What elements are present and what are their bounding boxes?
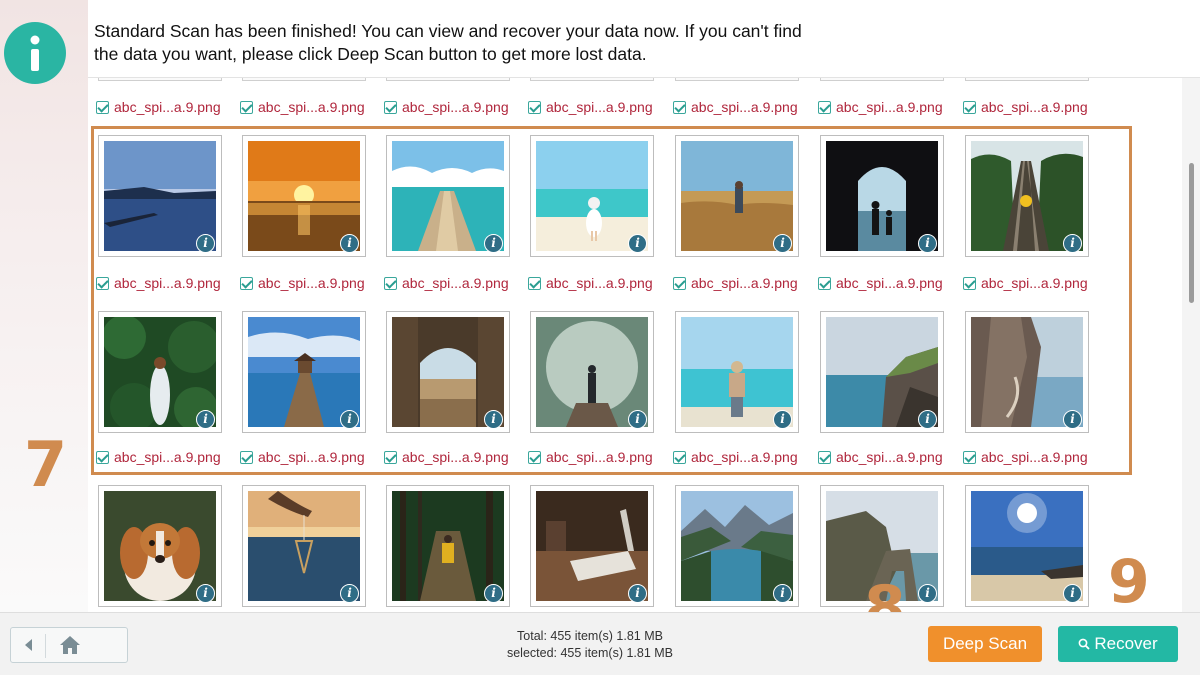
file-item-label[interactable]: abc_spi...a.9.png	[384, 98, 509, 116]
left-panel	[0, 0, 88, 612]
selected-items-text: selected: 455 item(s) 1.81 MB	[506, 646, 674, 660]
photo-thumbnail-forest-path-hiker[interactable]: i	[386, 485, 510, 607]
previous-row-thumbnail-edge	[530, 78, 654, 81]
bottom-toolbar: Total: 455 item(s) 1.81 MB selected: 455…	[0, 612, 1200, 675]
file-item-label[interactable]: abc_spi...a.9.png	[673, 98, 798, 116]
previous-row-thumbnail-edge	[965, 78, 1089, 81]
photo-thumbnail-hand-holding-pendant[interactable]: i	[242, 485, 366, 607]
previous-row-thumbnail-edge	[820, 78, 944, 81]
photo-thumbnail-desk-with-laptop[interactable]: i	[530, 485, 654, 607]
photo-preview	[248, 491, 360, 601]
file-info-icon[interactable]: i	[1063, 584, 1082, 603]
file-item-label[interactable]: abc_spi...a.9.png	[240, 98, 365, 116]
file-info-icon[interactable]: i	[628, 584, 647, 603]
photo-thumbnail-sunny-beach[interactable]: i	[965, 485, 1089, 607]
photo-preview	[392, 491, 504, 601]
file-item-label[interactable]: abc_spi...a.9.png	[818, 98, 943, 116]
file-checkbox[interactable]	[673, 100, 686, 114]
file-checkbox[interactable]	[963, 100, 976, 114]
file-checkbox[interactable]	[96, 100, 109, 114]
photo-preview	[536, 491, 648, 601]
file-name: abc_spi...a.9.png	[981, 99, 1088, 115]
file-checkbox[interactable]	[528, 100, 541, 114]
previous-row-thumbnail-edge	[98, 78, 222, 81]
annotation-number-7: 7	[24, 428, 68, 501]
photo-preview	[681, 491, 793, 601]
photo-thumbnail-spaniel-dog[interactable]: i	[98, 485, 222, 607]
file-info-icon[interactable]: i	[918, 584, 937, 603]
deep-scan-label: Deep Scan	[942, 634, 1028, 653]
file-info-icon[interactable]: i	[196, 584, 215, 603]
item-totals: Total: 455 item(s) 1.81 MB selected: 455…	[470, 628, 710, 662]
total-items-text: Total: 455 item(s) 1.81 MB	[517, 629, 663, 643]
previous-row-thumbnail-edge	[675, 78, 799, 81]
file-checkbox[interactable]	[384, 100, 397, 114]
scrollbar-thumb[interactable]	[1189, 163, 1194, 303]
file-name: abc_spi...a.9.png	[836, 99, 943, 115]
back-arrow-icon[interactable]	[25, 639, 32, 651]
file-info-icon[interactable]: i	[340, 584, 359, 603]
file-checkbox[interactable]	[818, 100, 831, 114]
photo-preview	[971, 491, 1083, 601]
photo-thumbnail-mountain-fjord[interactable]: i	[675, 485, 799, 607]
notice-message: Standard Scan has been finished! You can…	[94, 21, 802, 64]
file-info-icon[interactable]: i	[773, 584, 792, 603]
file-info-icon[interactable]: i	[484, 584, 503, 603]
file-item-label[interactable]: abc_spi...a.9.png	[528, 98, 653, 116]
previous-row-thumbnail-edge	[386, 78, 510, 81]
photo-preview	[104, 491, 216, 601]
file-name: abc_spi...a.9.png	[691, 99, 798, 115]
vertical-scrollbar[interactable]	[1182, 78, 1200, 612]
file-name: abc_spi...a.9.png	[258, 99, 365, 115]
navigation-group	[10, 627, 128, 663]
home-icon[interactable]	[59, 635, 81, 655]
info-icon	[4, 22, 66, 84]
scan-finished-notice: Standard Scan has been finished! You can…	[88, 0, 1200, 78]
file-item-label[interactable]: abc_spi...a.9.png	[963, 98, 1088, 116]
recover-button[interactable]: Recover	[1058, 626, 1178, 662]
annotation-number-9: 9	[1108, 547, 1150, 617]
deep-scan-button[interactable]: Deep Scan	[928, 626, 1042, 662]
file-name: abc_spi...a.9.png	[546, 99, 653, 115]
file-item-label[interactable]: abc_spi...a.9.png	[96, 98, 221, 116]
selection-highlight-frame	[91, 126, 1132, 475]
recover-label: Recover	[1094, 634, 1158, 653]
previous-row-thumbnail-edge	[242, 78, 366, 81]
file-name: abc_spi...a.9.png	[114, 99, 221, 115]
file-name: abc_spi...a.9.png	[402, 99, 509, 115]
file-checkbox[interactable]	[240, 100, 253, 114]
nav-divider	[45, 634, 46, 658]
search-icon	[1078, 638, 1090, 650]
